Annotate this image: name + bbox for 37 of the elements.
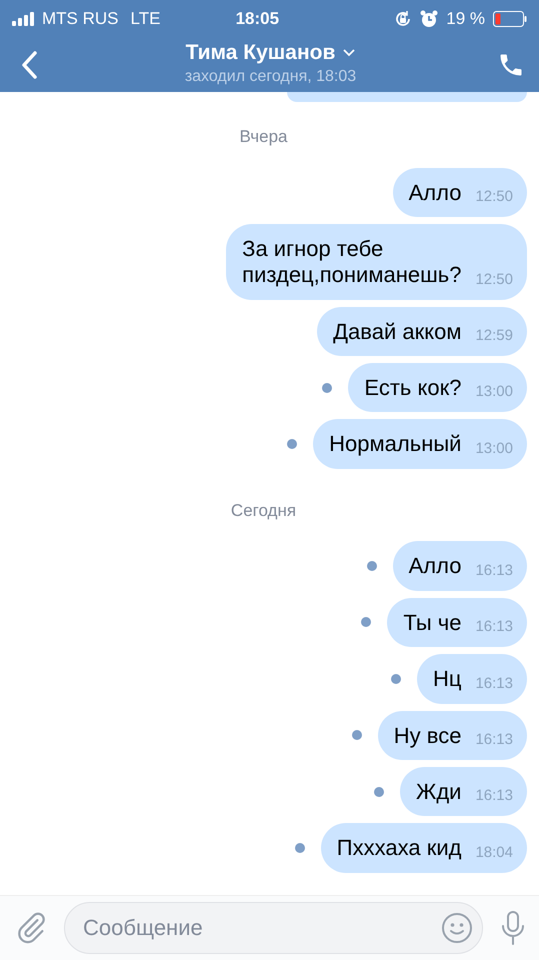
message-text: Алло xyxy=(408,180,462,206)
message-time: 13:00 xyxy=(475,440,513,458)
message-time: 12:50 xyxy=(475,188,513,206)
message-time: 16:13 xyxy=(475,674,513,693)
message-field[interactable]: Сообщение xyxy=(64,902,483,954)
message-text: Ты че xyxy=(403,610,462,636)
message-text: За игнор тебе пиздец,пониманешь? xyxy=(242,236,462,289)
message-text: Ну все xyxy=(394,722,462,749)
message-text: Есть кок? xyxy=(364,375,462,402)
message-time: 12:59 xyxy=(475,327,513,346)
message-time: 18:04 xyxy=(475,844,513,862)
message-text: Алло xyxy=(408,553,462,580)
carrier-label: MTS RUS xyxy=(42,8,118,30)
date-separator: Вчера xyxy=(240,127,288,146)
message-time: 16:13 xyxy=(475,730,513,749)
alarm-icon xyxy=(420,10,438,28)
rotation-lock-icon xyxy=(394,10,412,28)
message-time: 13:00 xyxy=(475,383,513,402)
message-text: Давай акком xyxy=(333,318,462,346)
microphone-icon[interactable] xyxy=(499,910,527,946)
message-text: Нц xyxy=(432,666,462,693)
message-text: Пхххаха кид xyxy=(336,835,462,862)
message-text: Жди xyxy=(416,778,462,806)
battery-percent: 19 % xyxy=(446,8,485,30)
contact-name[interactable]: Тима Кушанов xyxy=(186,41,336,65)
date-separator: Сегодня xyxy=(230,500,296,520)
battery-icon xyxy=(493,11,527,27)
message-time: 12:50 xyxy=(475,270,513,289)
emoji-icon[interactable] xyxy=(441,912,473,944)
message-text: Нормальный xyxy=(329,431,462,458)
message-time: 16:13 xyxy=(475,618,513,636)
chevron-down-icon[interactable] xyxy=(343,49,356,57)
last-seen-label: заходил сегодня, 18:03 xyxy=(184,66,356,87)
network-label: LTE xyxy=(130,8,160,30)
message-time: 16:13 xyxy=(475,787,513,806)
clock: 18:05 xyxy=(236,8,280,30)
message-time: 16:13 xyxy=(475,562,513,580)
